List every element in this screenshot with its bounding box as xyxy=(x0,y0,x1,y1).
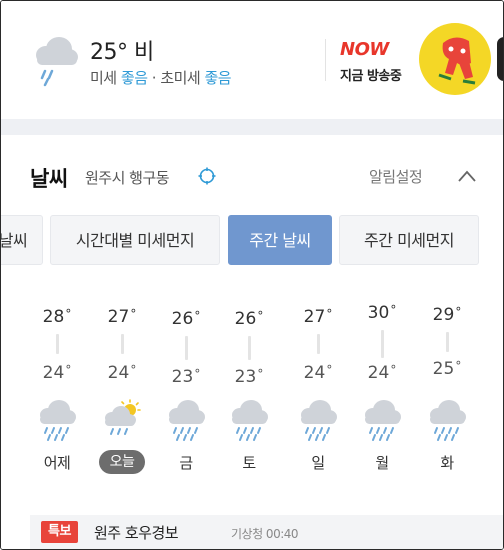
weather-summary-header: 25° 비 미세 좋음 · 초미세 좋음 NOW 지금 방송중 xyxy=(1,1,503,119)
fine-dust-label: 미세 xyxy=(90,69,117,87)
temp-range-bar xyxy=(446,332,449,352)
location-target-icon[interactable] xyxy=(198,167,216,185)
air-separator: · xyxy=(147,69,161,87)
rain-cloud-icon xyxy=(36,37,78,87)
day-name: 토 xyxy=(242,454,256,472)
temp-range-bar xyxy=(121,334,124,354)
low-temp: 25° xyxy=(432,359,462,379)
mobile-frame: 25° 비 미세 좋음 · 초미세 좋음 NOW 지금 방송중 날씨 원주시 행… xyxy=(0,0,504,550)
fine-dust-value: 좋음 xyxy=(120,69,148,87)
air-quality-summary: 미세 좋음 · 초미세 좋음 xyxy=(90,67,232,88)
alert-source: 기상청 00:40 xyxy=(231,527,299,541)
day-name: 어제 xyxy=(43,454,71,472)
rain-cloud-icon xyxy=(430,400,466,441)
high-temp: 29° xyxy=(432,305,462,325)
rain-cloud-icon xyxy=(365,400,401,441)
ultrafine-dust-label: 초미세 xyxy=(160,69,201,87)
low-temp: 23° xyxy=(171,367,201,387)
high-temp: 26° xyxy=(234,309,264,329)
high-temp: 26° xyxy=(171,309,201,329)
day-name: 금 xyxy=(179,454,193,472)
weather-title: 날씨 xyxy=(30,167,68,191)
now-live-thumbnail[interactable] xyxy=(419,23,491,95)
low-temp: 24° xyxy=(303,363,333,383)
day-name-today-badge: 오늘 xyxy=(99,450,145,474)
alarm-settings-link[interactable]: 알림설정 xyxy=(369,166,423,187)
now-logo[interactable]: NOW xyxy=(340,39,389,60)
tab-weekly-dust[interactable]: 주간 미세먼지 xyxy=(339,215,479,265)
high-temp: 28° xyxy=(42,307,72,327)
high-temp: 30° xyxy=(367,303,397,323)
tab-hourly-dust[interactable]: 시간대별 미세먼지 xyxy=(50,215,220,265)
rain-cloud-icon xyxy=(232,400,268,441)
temp-range-bar xyxy=(248,336,251,360)
location-label[interactable]: 원주시 행구동 xyxy=(85,167,170,188)
weather-tabs: 날씨 시간대별 미세먼지 주간 날씨 주간 미세먼지 xyxy=(1,215,503,267)
high-temp: 27° xyxy=(107,307,137,327)
temp-range-bar xyxy=(381,330,384,358)
next-item-edge xyxy=(497,37,503,81)
day-name: 일 xyxy=(311,454,325,472)
sun-cloud-rain-icon xyxy=(105,399,141,435)
rain-cloud-icon xyxy=(40,400,76,441)
temp-range-bar xyxy=(56,334,59,354)
low-temp: 24° xyxy=(42,363,72,383)
tab-weather[interactable]: 날씨 xyxy=(1,215,43,265)
weather-card: 날씨 원주시 행구동 알림설정 날씨 시간대별 미세먼지 주간 날씨 주간 미세… xyxy=(1,135,503,549)
live-character-image xyxy=(438,37,476,85)
tab-weekly-weather[interactable]: 주간 날씨 xyxy=(228,215,332,265)
temp-range-bar xyxy=(317,334,320,354)
rain-cloud-icon xyxy=(169,400,205,441)
alert-badge: 특보 xyxy=(41,521,78,543)
day-name: 화 xyxy=(440,454,454,472)
low-temp: 24° xyxy=(367,363,397,383)
section-gap xyxy=(1,119,503,135)
temp-range-bar xyxy=(185,336,188,360)
day-name: 월 xyxy=(375,454,389,472)
chevron-up-icon[interactable] xyxy=(457,169,477,183)
ultrafine-dust-value: 좋음 xyxy=(204,69,232,87)
low-temp: 23° xyxy=(234,367,264,387)
rain-cloud-icon xyxy=(301,400,337,441)
weather-alert-banner[interactable]: 특보 원주 호우경보 기상청 00:40 xyxy=(30,515,503,549)
divider xyxy=(325,39,326,81)
low-temp: 24° xyxy=(107,363,137,383)
current-temperature: 25° 비 xyxy=(90,40,154,65)
now-live-label[interactable]: 지금 방송중 xyxy=(340,65,402,84)
alert-text: 원주 호우경보 xyxy=(94,524,179,542)
high-temp: 27° xyxy=(303,307,333,327)
